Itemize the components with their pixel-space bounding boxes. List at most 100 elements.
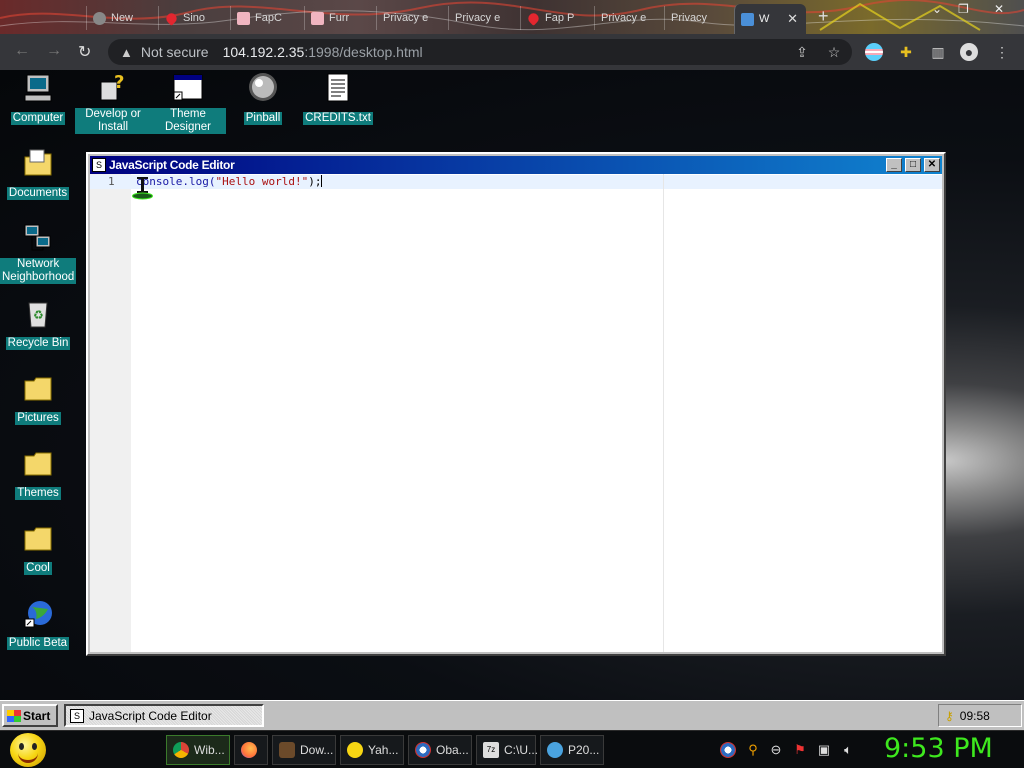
mouse-cursor-icon — [132, 177, 153, 200]
tab-favicon-icon — [741, 12, 754, 26]
host-task-label: P20... — [568, 743, 600, 757]
desktop-icon-recycle-bin[interactable]: ♻ Recycle Bin — [0, 297, 76, 351]
tab-4[interactable]: Privacy e — [376, 6, 446, 30]
tab-label: W — [759, 13, 770, 25]
tab-2[interactable]: FapC — [230, 6, 302, 30]
desktop-icon-documents[interactable]: Documents — [0, 147, 76, 201]
tab-label: New — [111, 12, 134, 24]
tab-favicon-icon — [237, 11, 250, 25]
host-task-0[interactable]: Wib... — [166, 735, 230, 765]
folder-icon — [22, 372, 54, 404]
firefox-icon — [241, 742, 257, 758]
host-task-4[interactable]: Oba... — [408, 735, 472, 765]
taskbar-item-code-editor[interactable]: S JavaScript Code Editor — [64, 704, 264, 727]
maximize-button[interactable]: □ — [905, 158, 921, 172]
tab-label: Privacy e — [601, 12, 647, 24]
share-icon[interactable]: ⇪ — [793, 43, 811, 61]
volume-icon[interactable]: 🔈︎ — [840, 742, 856, 758]
chrome-icon — [173, 742, 189, 758]
sidebar-icon[interactable]: ▥ — [929, 43, 947, 61]
back-icon[interactable]: ← — [14, 42, 30, 60]
desktop-icon-theme-designer[interactable]: Theme Designer — [150, 72, 226, 135]
minimize-button[interactable]: _ — [886, 158, 902, 172]
url-path: :1998/desktop.html — [304, 44, 423, 60]
close-button[interactable]: ✕ — [924, 158, 940, 172]
tab-5[interactable]: Privacy e — [448, 6, 518, 30]
code-line[interactable]: console.log("Hello world!"); — [136, 175, 323, 188]
extension-flag-icon[interactable] — [865, 43, 883, 61]
line-number-gutter — [90, 174, 131, 652]
setup-icon: ? — [97, 72, 129, 104]
desktop-icon-cool[interactable]: Cool — [0, 522, 76, 576]
heart-icon — [164, 10, 179, 26]
obama-tray-icon[interactable] — [720, 742, 736, 758]
start-button[interactable]: Start — [2, 704, 58, 727]
host-task-5[interactable]: 7z C:\U... — [476, 735, 538, 765]
smiley-icon — [347, 742, 363, 758]
heart-icon — [526, 10, 541, 26]
tab-favicon-icon — [93, 11, 106, 25]
recycle-bin-icon: ♻ — [22, 297, 54, 329]
windows-logo-icon — [7, 709, 21, 722]
puzzle-icon[interactable]: ✚ — [897, 43, 915, 61]
network-icon — [22, 222, 54, 254]
close-window-icon[interactable]: ✕ — [994, 2, 1004, 16]
restore-window-icon[interactable]: ❐ — [958, 2, 969, 16]
tab-active[interactable]: W ✕ — [734, 4, 806, 34]
tab-3[interactable]: Furr — [304, 6, 374, 30]
host-task-3[interactable]: Yah... — [340, 735, 404, 765]
icon-label: CREDITS.txt — [303, 112, 373, 125]
folder-icon — [22, 522, 54, 554]
text-caret — [321, 175, 323, 187]
system-tray: ⚷ 09:58 — [938, 704, 1022, 727]
flag-icon[interactable]: ⚑ — [792, 742, 808, 758]
warning-icon: ▲ — [120, 44, 133, 60]
host-task-label: Dow... — [300, 743, 334, 757]
tab-6[interactable]: Fap P — [520, 6, 592, 30]
host-task-1[interactable] — [234, 735, 268, 765]
network-tray-icon[interactable]: ▣ — [816, 742, 832, 758]
code-area[interactable]: 1 console.log("Hello world!"); — [90, 174, 942, 652]
desktop-icon-develop[interactable]: ? Develop or Install — [75, 72, 151, 135]
icon-label: Develop or Install — [75, 108, 151, 134]
window-titlebar[interactable]: S JavaScript Code Editor _ □ ✕ — [90, 156, 942, 174]
browser-toolbar: ← → ↻ ▲ Not secure 104.192.2.35:1998/des… — [0, 34, 1024, 70]
icon-label: Pictures — [15, 412, 61, 425]
desktop-icon-pinball[interactable]: Pinball — [225, 72, 301, 126]
browser-tab-strip: New Sino FapC Furr Privacy e Privacy e F… — [0, 0, 1024, 34]
minus-circle-icon[interactable]: ⊖ — [768, 742, 784, 758]
editor-app-icon: S — [70, 708, 84, 723]
host-task-label: Yah... — [368, 743, 399, 757]
tab-7[interactable]: Privacy e — [594, 6, 662, 30]
host-task-2[interactable]: Dow... — [272, 735, 336, 765]
search-icon[interactable]: ⚲ — [745, 742, 761, 758]
chevron-down-icon[interactable]: ⌄ — [932, 2, 942, 16]
desktop-icon-credits[interactable]: CREDITS.txt — [300, 72, 376, 126]
desktop-icon-network[interactable]: Network Neighborhood — [0, 222, 77, 285]
desktop-icon-pictures[interactable]: Pictures — [0, 372, 76, 426]
url-host: 104.192.2.35 — [222, 44, 305, 60]
desktop-icon-themes[interactable]: Themes — [0, 447, 76, 501]
icon-label: Documents — [6, 187, 70, 200]
window-title: JavaScript Code Editor — [109, 158, 235, 172]
security-label: Not secure — [140, 44, 209, 60]
smiley-start-icon[interactable] — [10, 733, 46, 767]
star-icon[interactable]: ☆ — [825, 43, 843, 61]
host-task-6[interactable]: P20... — [540, 735, 604, 765]
reload-icon[interactable]: ↻ — [78, 42, 91, 62]
tab-1[interactable]: Sino — [158, 6, 228, 30]
editor-app-icon: S — [92, 158, 106, 172]
forward-icon[interactable]: → — [46, 42, 62, 60]
desktop-icon-public-beta[interactable]: Public Beta — [0, 597, 76, 651]
download-icon — [279, 742, 295, 758]
menu-icon[interactable]: ⋮ — [993, 43, 1011, 61]
key-icon[interactable]: ⚷ — [945, 709, 954, 723]
tab-8[interactable]: Privacy — [664, 6, 732, 30]
address-bar[interactable]: ▲ Not secure 104.192.2.35:1998/desktop.h… — [108, 39, 852, 65]
profile-avatar-icon[interactable]: ● — [960, 43, 978, 61]
tab-0[interactable]: New — [86, 6, 154, 30]
line-number: 1 — [108, 175, 115, 188]
new-tab-button[interactable]: + — [818, 6, 829, 27]
desktop-icon-computer[interactable]: Computer — [0, 72, 76, 126]
close-tab-icon[interactable]: ✕ — [787, 11, 798, 27]
